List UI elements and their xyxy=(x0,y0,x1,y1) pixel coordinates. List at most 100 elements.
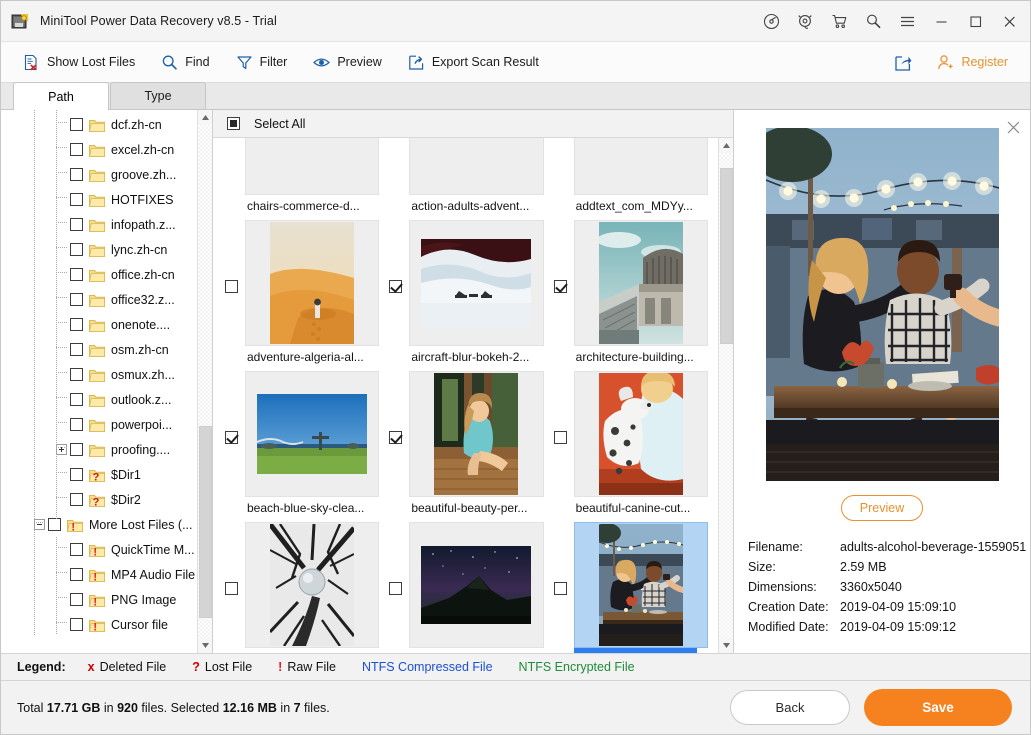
tab-type[interactable]: Type xyxy=(110,82,206,109)
file-grid-item[interactable]: 4k-wallpaper-astron... xyxy=(383,522,547,653)
grid-scroll-down-arrow[interactable] xyxy=(719,638,733,653)
file-item-checkbox[interactable] xyxy=(554,280,567,293)
file-grid-item[interactable]: beach-blue-sky-clea... xyxy=(219,371,383,522)
tree-item-more-lost-files[interactable]: !More Lost Files (... xyxy=(1,512,197,537)
file-item-checkbox[interactable] xyxy=(554,582,567,595)
register-button[interactable]: Register xyxy=(929,50,1016,75)
maximize-button[interactable] xyxy=(958,1,992,41)
file-item-checkbox[interactable] xyxy=(225,582,238,595)
support-headset-icon[interactable] xyxy=(788,1,822,41)
file-grid-item[interactable]: adventure-algeria-al... xyxy=(219,220,383,371)
tree-item-infopath-z[interactable]: infopath.z... xyxy=(1,212,197,237)
file-item-checkbox[interactable] xyxy=(554,431,567,444)
file-thumbnail[interactable] xyxy=(574,371,708,497)
tree-item-checkbox[interactable] xyxy=(70,118,83,131)
file-grid-item[interactable]: action-adults-advent... xyxy=(383,138,547,220)
file-item-checkbox[interactable] xyxy=(225,280,238,293)
tree-item-checkbox[interactable] xyxy=(70,418,83,431)
file-grid-item[interactable]: aircraft-blur-bokeh-2... xyxy=(383,220,547,371)
tree-item-checkbox[interactable] xyxy=(70,493,83,506)
tree-item-powerpoi[interactable]: powerpoi... xyxy=(1,412,197,437)
save-button[interactable]: Save xyxy=(864,689,1012,726)
tree-item-checkbox[interactable] xyxy=(70,268,83,281)
file-thumbnail[interactable] xyxy=(409,371,543,497)
close-button[interactable] xyxy=(992,1,1026,41)
tree-item-checkbox[interactable] xyxy=(70,168,83,181)
tree-item-checkbox[interactable] xyxy=(70,468,83,481)
preview-button[interactable]: Preview xyxy=(305,50,389,75)
tree-item-checkbox[interactable] xyxy=(48,518,61,531)
close-icon[interactable] xyxy=(1004,118,1022,136)
grid-scroll-thumb[interactable] xyxy=(720,168,733,344)
tree-item--dir1[interactable]: ?$Dir1 xyxy=(1,462,197,487)
grid-scroll-up-arrow[interactable] xyxy=(719,138,733,153)
tree-item-png-image[interactable]: !PNG Image xyxy=(1,587,197,612)
file-thumbnail[interactable] xyxy=(245,220,379,346)
tree-item-checkbox[interactable] xyxy=(70,443,83,456)
tree-collapse-icon[interactable] xyxy=(34,519,45,530)
search-magnifier-icon[interactable] xyxy=(856,1,890,41)
file-thumbnail[interactable] xyxy=(574,220,708,346)
tree-item-checkbox[interactable] xyxy=(70,393,83,406)
file-thumbnail[interactable] xyxy=(409,220,543,346)
file-thumbnail[interactable] xyxy=(574,522,708,648)
find-button[interactable]: Find xyxy=(153,50,217,75)
file-grid-item[interactable]: beautiful-canine-cut... xyxy=(548,371,712,522)
file-thumbnail[interactable] xyxy=(409,138,543,195)
show-lost-files-button[interactable]: Show Lost Files xyxy=(15,50,143,75)
tree-item-checkbox[interactable] xyxy=(70,143,83,156)
tree-item-hotfixes[interactable]: HOTFIXES xyxy=(1,187,197,212)
file-thumbnail[interactable] xyxy=(245,371,379,497)
tree-expand-icon[interactable] xyxy=(56,444,67,455)
file-thumbnail[interactable] xyxy=(409,522,543,648)
tree-item-excel-zh-cn[interactable]: excel.zh-cn xyxy=(1,137,197,162)
file-thumbnail[interactable] xyxy=(574,138,708,195)
tree-item-checkbox[interactable] xyxy=(70,193,83,206)
file-thumbnail[interactable] xyxy=(245,138,379,195)
tab-path[interactable]: Path xyxy=(13,82,109,110)
minimize-button[interactable] xyxy=(924,1,958,41)
tree-item-checkbox[interactable] xyxy=(70,593,83,606)
tree-item-lync-zh-cn[interactable]: lync.zh-cn xyxy=(1,237,197,262)
share-button[interactable] xyxy=(886,50,919,75)
tree-item--dir2[interactable]: ?$Dir2 xyxy=(1,487,197,512)
tree-scroll-down-arrow[interactable] xyxy=(198,638,213,653)
disc-icon[interactable] xyxy=(754,1,788,41)
tree-item-cursor-file[interactable]: !Cursor file xyxy=(1,612,197,637)
tree-item-checkbox[interactable] xyxy=(70,218,83,231)
file-grid-item[interactable]: addtext_com_MDYy... xyxy=(548,138,712,220)
tree-item-proofing[interactable]: proofing.... xyxy=(1,437,197,462)
tree-item-checkbox[interactable] xyxy=(70,368,83,381)
file-item-checkbox[interactable] xyxy=(389,280,402,293)
tree-item-onenote[interactable]: onenote.... xyxy=(1,312,197,337)
tree-item-checkbox[interactable] xyxy=(70,318,83,331)
filter-button[interactable]: Filter xyxy=(228,50,296,75)
tree-item-checkbox[interactable] xyxy=(70,343,83,356)
tree-item-checkbox[interactable] xyxy=(70,568,83,581)
file-thumbnail[interactable] xyxy=(245,522,379,648)
tree-scroll-thumb[interactable] xyxy=(199,426,212,618)
select-all-checkbox[interactable] xyxy=(227,117,240,130)
tree-scroll-up-arrow[interactable] xyxy=(198,110,213,125)
file-item-checkbox[interactable] xyxy=(389,431,402,444)
tree-item-office-zh-cn[interactable]: office.zh-cn xyxy=(1,262,197,287)
file-grid-item[interactable]: blur-branches-cryst... xyxy=(219,522,383,653)
file-grid-item[interactable]: chairs-commerce-d... xyxy=(219,138,383,220)
tree-item-quicktime-m[interactable]: !QuickTime M... xyxy=(1,537,197,562)
tree-item-osmux-zh[interactable]: osmux.zh... xyxy=(1,362,197,387)
file-item-checkbox[interactable] xyxy=(389,582,402,595)
file-grid-item[interactable]: architecture-building... xyxy=(548,220,712,371)
file-grid-item[interactable]: adults-alcohol-bever... xyxy=(548,522,712,653)
file-grid-item[interactable]: beautiful-beauty-per... xyxy=(383,371,547,522)
hamburger-menu-icon[interactable] xyxy=(890,1,924,41)
tree-vertical-scrollbar[interactable] xyxy=(197,110,212,653)
preview-open-button[interactable]: Preview xyxy=(841,495,923,521)
file-item-checkbox[interactable] xyxy=(225,431,238,444)
tree-item-checkbox[interactable] xyxy=(70,618,83,631)
tree-item-checkbox[interactable] xyxy=(70,543,83,556)
tree-item-office32-z[interactable]: office32.z... xyxy=(1,287,197,312)
grid-vertical-scrollbar[interactable] xyxy=(718,138,733,653)
tree-item-checkbox[interactable] xyxy=(70,293,83,306)
shopping-cart-icon[interactable] xyxy=(822,1,856,41)
tree-item-outlook-z[interactable]: outlook.z... xyxy=(1,387,197,412)
